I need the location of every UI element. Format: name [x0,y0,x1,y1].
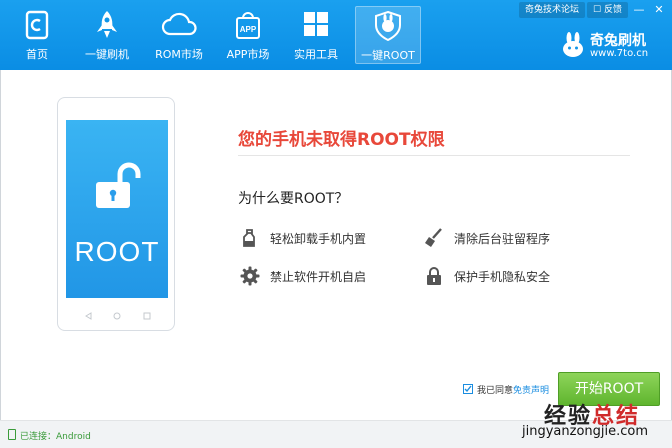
feature-disable-autostart: 禁止软件开机自启 [240,266,400,286]
brand-url: www.7to.cn [590,48,649,59]
nav-one-click-root[interactable]: 一键ROOT [355,6,421,64]
feature-clear-background: 清除后台驻留程序 [424,228,584,248]
gear-icon [240,266,260,286]
nav-home-label: 首页 [26,48,48,61]
watermark-url: jingyanzongjie.com [522,424,649,439]
svg-text:APP: APP [240,25,257,34]
nav-rom-market[interactable]: ROM市场 [146,6,212,64]
why-root-title: 为什么要ROOT？ [238,191,349,207]
nav-one-click-flash-label: 一键刷机 [85,48,129,61]
disclaimer-link[interactable]: 免责声明 [513,383,549,396]
phone-root-text: ROOT [74,236,160,267]
feature-uninstall: 轻松卸载手机内置 [240,228,400,248]
uninstall-icon [243,229,255,247]
feature-privacy: 保护手机隐私安全 [424,266,584,286]
lock-icon [427,267,441,285]
nav-one-click-root-label: 一键ROOT [361,49,415,62]
nav-home[interactable]: 首页 [6,6,68,64]
rocket-icon [97,11,117,38]
rabbit-logo-icon [563,32,583,57]
home-icon [25,10,49,40]
phone-illustration: ROOT [57,97,175,331]
header-bar: 首页 一键刷机 ROM市场 APP APP市场 实用工具 一键ROOT 奇兔技术… [0,0,672,70]
shopping-bag-icon: APP [236,12,260,39]
phone-nav-buttons [85,312,151,320]
nav-tools[interactable]: 实用工具 [284,6,348,64]
checkmark-icon [464,385,472,393]
feedback-icon: ☐ [593,5,602,15]
cloud-icon [161,12,197,36]
unlock-icon [96,162,141,208]
feature-disable-autostart-label: 禁止软件开机自启 [270,270,367,284]
forum-link[interactable]: 奇兔技术论坛 [519,2,586,18]
feedback-link[interactable]: ☐ 反馈 [587,2,628,18]
phone-connected-icon [8,429,16,440]
feature-privacy-label: 保护手机隐私安全 [454,270,551,284]
grid-icon [304,12,328,36]
phone-screen: ROOT [66,120,168,298]
feedback-label: 反馈 [603,5,622,15]
root-status-headline: 您的手机未取得ROOT权限 [238,130,445,150]
agree-checkbox[interactable] [463,384,473,394]
connection-status: 已连接：Android [20,432,91,442]
minimize-button[interactable]: — [630,2,648,18]
left-border [0,70,1,420]
feature-clear-background-label: 清除后台驻留程序 [454,232,551,246]
nav-one-click-flash[interactable]: 一键刷机 [76,6,138,64]
shield-icon [375,11,401,41]
nav-app-market[interactable]: APP APP市场 [216,6,280,64]
agree-text: 我已同意 [477,386,514,396]
feature-uninstall-label: 轻松卸载手机内置 [270,232,367,246]
brand-name: 奇兔刷机 [590,33,646,49]
nav-app-market-label: APP市场 [226,48,270,61]
broom-icon [425,228,442,247]
divider [238,155,630,156]
window-controls: 奇兔技术论坛 ☐ 反馈 — ✕ [519,2,668,18]
nav-tools-label: 实用工具 [294,48,338,61]
brand: 奇兔刷机 www.7to.cn [560,30,660,64]
nav-rom-market-label: ROM市场 [155,48,203,61]
close-button[interactable]: ✕ [650,2,668,18]
